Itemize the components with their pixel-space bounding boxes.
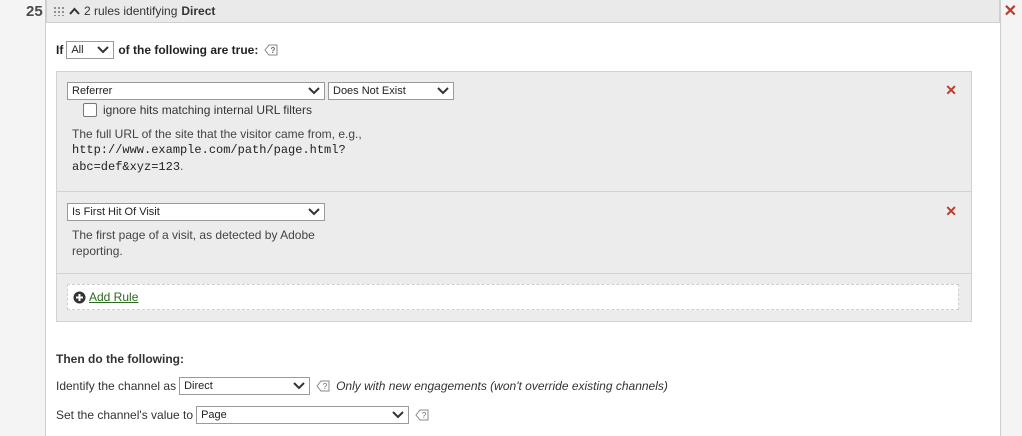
rule-description: The full URL of the site that the visito… bbox=[72, 126, 362, 175]
rule-field-select[interactable]: Referrer bbox=[67, 82, 325, 100]
rule-number: 25 bbox=[26, 3, 43, 20]
help-icon[interactable]: ? bbox=[316, 380, 330, 392]
chevron-down-icon bbox=[308, 208, 320, 216]
rule-operator-value: Does Not Exist bbox=[333, 85, 406, 97]
ignore-internal-filter-checkbox[interactable] bbox=[83, 103, 97, 117]
channel-value-select-value: Page bbox=[201, 409, 227, 421]
rule-field-value: Is First Hit Of Visit bbox=[72, 206, 160, 218]
identify-note: Only with new engagements (won't overrid… bbox=[336, 379, 668, 393]
match-select-value: All bbox=[71, 44, 84, 56]
then-section-title: Then do the following: bbox=[56, 352, 184, 366]
header-rule-count: 2 rules identifying bbox=[84, 4, 178, 18]
panel-close-icon[interactable]: ✕ bbox=[1004, 1, 1017, 21]
plus-circle-icon[interactable] bbox=[73, 291, 86, 304]
condition-row: If All of the following are true: ? bbox=[56, 41, 278, 59]
rule-description: The first page of a visit, as detected b… bbox=[72, 227, 315, 259]
drag-handle-icon[interactable] bbox=[53, 6, 65, 16]
svg-text:?: ? bbox=[422, 411, 427, 420]
description-text: The first page of a visit, as detected b… bbox=[72, 228, 315, 242]
chevron-down-icon bbox=[97, 46, 110, 54]
description-text: reporting. bbox=[72, 244, 123, 258]
rule-first-hit: Is First Hit Of Visit ✕ The first page o… bbox=[57, 192, 971, 274]
ignore-internal-filter-row: ignore hits matching internal URL filter… bbox=[83, 103, 312, 117]
condition-prefix: If bbox=[56, 43, 64, 57]
chevron-down-icon bbox=[437, 87, 449, 95]
identify-channel-row: Identify the channel as Direct ? Only wi… bbox=[56, 377, 668, 395]
channel-select-value: Direct bbox=[184, 380, 213, 392]
rule-panel: 2 rules identifying Direct If All of the… bbox=[45, 0, 1001, 436]
add-rule-link[interactable]: Add Rule bbox=[89, 290, 138, 304]
match-select[interactable]: All bbox=[66, 41, 115, 59]
description-text: The full URL of the site that the visito… bbox=[72, 127, 362, 141]
help-icon[interactable]: ? bbox=[264, 44, 278, 56]
rule-operator-select[interactable]: Does Not Exist bbox=[328, 82, 454, 100]
svg-text:?: ? bbox=[323, 382, 328, 391]
condition-suffix: of the following are true: bbox=[118, 43, 259, 57]
description-code: http://www.example.com/path/page.html? bbox=[72, 143, 346, 157]
channel-select[interactable]: Direct bbox=[179, 377, 311, 395]
chevron-down-icon bbox=[308, 87, 320, 95]
chevron-up-icon[interactable] bbox=[69, 7, 80, 15]
remove-rule-close-icon[interactable]: ✕ bbox=[945, 203, 957, 220]
chevron-down-icon bbox=[392, 411, 404, 419]
channel-value-row: Set the channel's value to Page ? bbox=[56, 406, 429, 424]
rule-referrer: Referrer Does Not Exist ✕ ignore hits ma… bbox=[57, 72, 971, 192]
panel-header[interactable]: 2 rules identifying Direct bbox=[46, 0, 1000, 23]
svg-text:?: ? bbox=[271, 46, 276, 55]
rule-field-select[interactable]: Is First Hit Of Visit bbox=[67, 203, 325, 221]
value-label: Set the channel's value to bbox=[56, 408, 194, 422]
rules-container: Referrer Does Not Exist ✕ ignore hits ma… bbox=[56, 71, 972, 322]
identify-label: Identify the channel as bbox=[56, 379, 177, 393]
description-end: . bbox=[180, 159, 184, 173]
remove-rule-close-icon[interactable]: ✕ bbox=[945, 82, 957, 99]
add-rule-area: Add Rule bbox=[67, 284, 959, 310]
chevron-down-icon bbox=[293, 382, 305, 390]
rule-field-value: Referrer bbox=[72, 85, 113, 97]
description-code: abc=def&xyz=123 bbox=[72, 160, 181, 174]
checkbox-label: ignore hits matching internal URL filter… bbox=[103, 103, 312, 117]
help-icon[interactable]: ? bbox=[415, 409, 429, 421]
channel-value-select[interactable]: Page bbox=[196, 406, 410, 424]
header-channel-name: Direct bbox=[181, 4, 216, 18]
